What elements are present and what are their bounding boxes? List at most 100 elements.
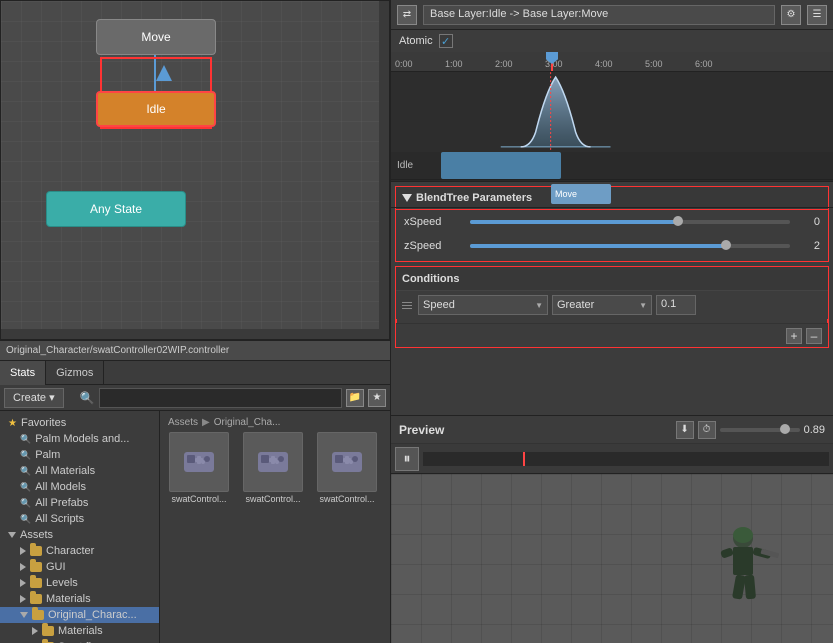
atomic-row: Atomic ✓: [391, 30, 833, 52]
tree-item-levels[interactable]: Levels: [0, 575, 159, 591]
controller-icon-0: [179, 442, 219, 482]
curve-area: [391, 72, 833, 152]
settings-button[interactable]: ⚙: [781, 5, 801, 25]
project-titlebar: Original_Character/swatController02WIP.c…: [0, 341, 390, 361]
search-result-icon-5: 🔍: [20, 498, 31, 509]
tree-item-materials[interactable]: Materials: [0, 591, 159, 607]
preview-toolbar: ⏸: [391, 444, 833, 474]
tree-item-character[interactable]: Character: [0, 543, 159, 559]
preview-speed-slider-container: [720, 428, 800, 432]
zspeed-slider[interactable]: [470, 244, 790, 248]
ruler-mark-0: 0:00: [395, 59, 413, 69]
preview-panel: Preview ⬇ ⏱ 0.89 ⏸: [390, 415, 833, 643]
preview-clock-icon[interactable]: ⏱: [698, 421, 716, 439]
idle-track-bar: [441, 152, 561, 179]
tree-item-gui[interactable]: GUI: [0, 559, 159, 575]
create-button[interactable]: Create ▾: [4, 388, 64, 408]
param-row-zspeed: zSpeed 2: [395, 234, 829, 258]
animator-panel: Move Idle Any State: [0, 0, 390, 340]
ruler-mark-2: 2:00: [495, 59, 513, 69]
ruler-mark-6: 6:00: [695, 59, 713, 69]
asset-item-0[interactable]: swatControl...: [164, 432, 234, 504]
condition-row-0: Speed ▼ Greater ▼ 0.1: [396, 291, 828, 319]
preview-canvas[interactable]: [391, 474, 833, 643]
inspector-panel: ⇄ Base Layer:Idle -> Base Layer:Move ⚙ ☰…: [390, 0, 833, 415]
character-expand-icon: [20, 547, 26, 555]
assets-expand-icon: [8, 532, 16, 538]
condition-operator-dropdown[interactable]: Greater ▼: [552, 295, 652, 315]
orig-materials-expand-icon: [32, 627, 38, 635]
animator-scrollbar-h[interactable]: [1, 329, 389, 339]
project-panel: Original_Character/swatController02WIP.c…: [0, 340, 390, 643]
project-star-icon[interactable]: ★: [368, 389, 386, 407]
timeline-playhead[interactable]: [551, 52, 553, 71]
materials-folder-icon: [30, 594, 42, 604]
project-tabs: Stats Gizmos: [0, 361, 390, 385]
preview-controls: ⬇ ⏱ 0.89: [676, 421, 825, 439]
inspector-toolbar: ⇄ Base Layer:Idle -> Base Layer:Move ⚙ ☰: [391, 0, 833, 30]
tree-item-original-charac[interactable]: Original_Charac...: [0, 607, 159, 623]
conditions-footer: + –: [396, 323, 828, 347]
conditions-section: Conditions Speed ▼ Greater ▼ 0.1: [395, 266, 829, 348]
tree-item-palm[interactable]: 🔍 Palm: [0, 447, 159, 463]
preview-save-icon[interactable]: ⬇: [676, 421, 694, 439]
gui-folder-icon: [30, 562, 42, 572]
transition-title: Base Layer:Idle -> Base Layer:Move: [423, 5, 775, 25]
zspeed-slider-fill: [470, 244, 726, 248]
project-content: ★ Favorites 🔍 Palm Models and... 🔍 Palm …: [0, 411, 390, 643]
search-result-icon-4: 🔍: [20, 482, 31, 493]
state-move[interactable]: Move: [96, 19, 216, 55]
state-any-state[interactable]: Any State: [46, 191, 186, 227]
tree-favorites-header[interactable]: ★ Favorites: [0, 415, 159, 431]
transition-icon: ⇄: [397, 5, 417, 25]
gui-expand-icon: [20, 563, 26, 571]
search-result-icon: 🔍: [20, 434, 31, 445]
asset-label-0: swatControl...: [171, 494, 226, 504]
condition-value-input[interactable]: 0.1: [656, 295, 696, 315]
ruler-mark-4: 4:00: [595, 59, 613, 69]
tree-item-all-prefabs[interactable]: 🔍 All Prefabs: [0, 495, 159, 511]
preview-speed-slider[interactable]: [720, 428, 800, 432]
timeline-area[interactable]: 0:00 1:00 2:00 3:00 4:00 5:00 6:00: [391, 52, 833, 182]
animator-canvas[interactable]: Move Idle Any State: [1, 1, 389, 339]
zspeed-slider-thumb: [721, 240, 731, 250]
tree-item-all-scripts[interactable]: 🔍 All Scripts: [0, 511, 159, 527]
move-track-lane: Move: [391, 180, 833, 208]
asset-items: swatControl... swatContro: [164, 432, 386, 504]
preview-timeline-bar[interactable]: [423, 452, 829, 466]
asset-thumb-1: [243, 432, 303, 492]
character-folder-icon: [30, 546, 42, 556]
tab-stats[interactable]: Stats: [0, 361, 46, 385]
preview-pause-button[interactable]: ⏸: [395, 447, 419, 471]
search-input[interactable]: [99, 388, 342, 408]
menu-button[interactable]: ☰: [807, 5, 827, 25]
condition-param-dropdown[interactable]: Speed ▼: [418, 295, 548, 315]
ruler-mark-5: 5:00: [645, 59, 663, 69]
tree-item-palm-models[interactable]: 🔍 Palm Models and...: [0, 431, 159, 447]
remove-condition-button[interactable]: –: [806, 328, 822, 344]
tree-item-orig-materials[interactable]: Materials: [0, 623, 159, 639]
tree-item-swat-fbm[interactable]: Swat.fbm: [0, 639, 159, 643]
asset-item-2[interactable]: swatControl...: [312, 432, 382, 504]
breadcrumb-arrow-icon: ▶: [202, 417, 210, 428]
project-tree: ★ Favorites 🔍 Palm Models and... 🔍 Palm …: [0, 411, 160, 643]
animator-scrollbar-v[interactable]: [379, 1, 389, 339]
add-condition-button[interactable]: +: [786, 328, 802, 344]
timeline-ruler: 0:00 1:00 2:00 3:00 4:00 5:00 6:00: [391, 52, 833, 72]
atomic-checkbox[interactable]: ✓: [439, 34, 453, 48]
project-folder-icon[interactable]: 📁: [346, 389, 364, 407]
conditions-header: Conditions: [396, 267, 828, 291]
tree-assets-header[interactable]: Assets: [0, 527, 159, 543]
tab-gizmos[interactable]: Gizmos: [46, 361, 104, 385]
tree-item-all-models[interactable]: 🔍 All Models: [0, 479, 159, 495]
asset-thumb-2: [317, 432, 377, 492]
character-figure: [703, 523, 783, 633]
transition-curve-svg: [391, 72, 833, 152]
levels-expand-icon: [20, 579, 26, 587]
xspeed-slider[interactable]: [470, 220, 790, 224]
xspeed-slider-thumb: [673, 216, 683, 226]
params-bottom-border: [395, 258, 829, 262]
state-idle[interactable]: Idle: [96, 91, 216, 127]
tree-item-all-materials[interactable]: 🔍 All Materials: [0, 463, 159, 479]
asset-item-1[interactable]: swatControl...: [238, 432, 308, 504]
